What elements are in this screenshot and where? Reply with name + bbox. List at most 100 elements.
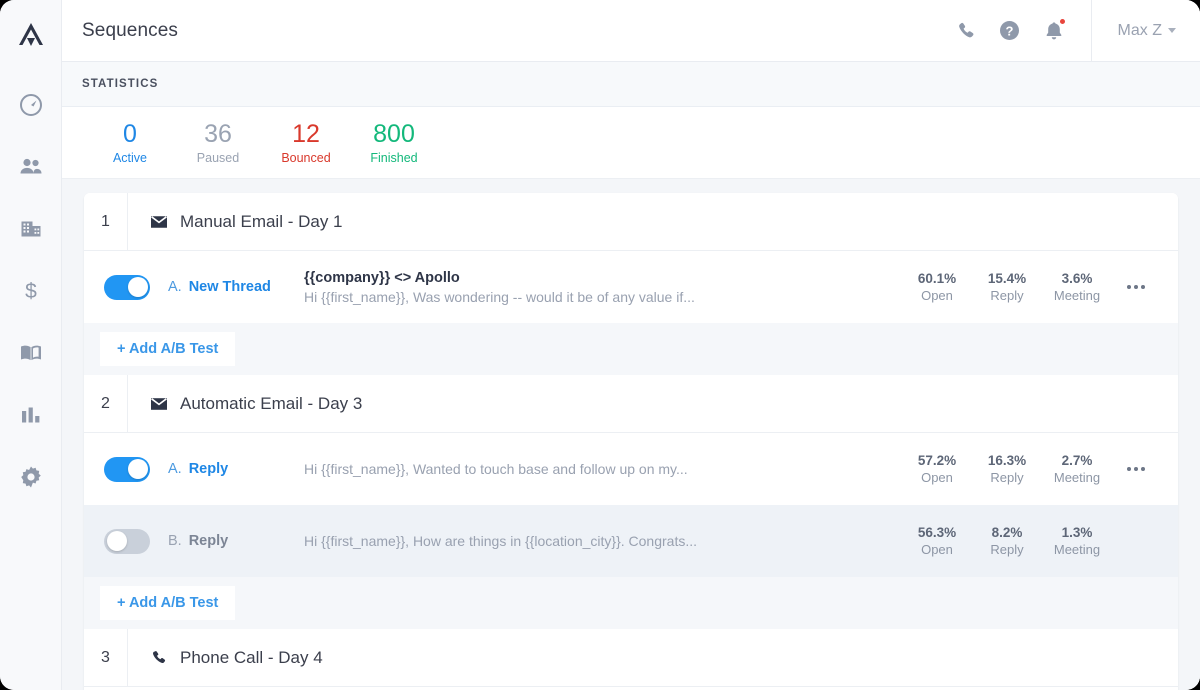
svg-text:?: ?	[1006, 24, 1014, 39]
svg-text:$: $	[25, 280, 37, 303]
sidebar-item-settings[interactable]	[8, 446, 54, 508]
metric-open: 60.1% Open	[902, 270, 972, 304]
variant-label: A. New Thread	[168, 279, 298, 295]
variant-label: A. Reply	[168, 461, 298, 477]
sidebar-item-analytics[interactable]	[8, 384, 54, 446]
variant-toggle[interactable]	[104, 456, 150, 482]
sequence-steps-card: 1 Manual Email - Day 1 A. New Thread {{c…	[84, 193, 1178, 690]
variant-content: Hi {{first_name}}, How are things in {{l…	[298, 533, 892, 549]
metric-reply-value: 16.3%	[987, 453, 1027, 468]
metric-meeting-value: 3.6%	[1061, 271, 1093, 286]
variant-preview: Hi {{first_name}}, Was wondering -- woul…	[304, 288, 695, 305]
metric-meeting-value: 1.3%	[1061, 525, 1093, 540]
variant-overflow-menu-icon[interactable]	[1112, 285, 1160, 289]
stat-finished-value: 800	[373, 120, 415, 148]
metric-open-value: 57.2%	[917, 453, 957, 468]
stat-paused-value: 36	[204, 120, 232, 148]
metric-open-value: 56.3%	[917, 525, 957, 540]
notification-badge	[1058, 17, 1066, 25]
topbar: Sequences ? Max Z	[62, 0, 1200, 62]
metric-reply-label: Reply	[990, 542, 1024, 557]
app-window: $ Sequences ? Max Z STATISTICS 0 Active …	[0, 0, 1200, 690]
chevron-down-icon	[1168, 28, 1176, 33]
variant-row[interactable]: A. Reply Hi {{first_name}}, Wanted to to…	[84, 433, 1178, 505]
metric-reply-label: Reply	[990, 288, 1024, 303]
add-ab-test-button[interactable]: + Add A/B Test	[100, 332, 236, 366]
statistics-label: STATISTICS	[82, 78, 159, 90]
stat-paused[interactable]: 36 Paused	[174, 120, 262, 165]
metric-meeting-label: Meeting	[1053, 542, 1101, 557]
dollar-icon: $	[18, 278, 44, 304]
step-title: Phone Call - Day 4	[180, 647, 323, 667]
stat-bounced[interactable]: 12 Bounced	[262, 120, 350, 165]
sidebar-item-deals[interactable]: $	[8, 260, 54, 322]
step-header[interactable]: 3 Phone Call - Day 4	[84, 629, 1178, 687]
sidebar-item-contacts[interactable]	[8, 136, 54, 198]
step-title-wrap: Automatic Email - Day 3	[128, 375, 362, 432]
apollo-logo-icon[interactable]	[8, 12, 54, 58]
stat-bounced-value: 12	[292, 120, 320, 148]
help-circle-icon[interactable]: ?	[997, 18, 1023, 44]
step-header[interactable]: 1 Manual Email - Day 1	[84, 193, 1178, 251]
speedometer-icon	[18, 92, 44, 118]
step-title-wrap: Phone Call - Day 4	[128, 629, 323, 686]
variant-row[interactable]: A. New Thread {{company}} <> Apollo Hi {…	[84, 251, 1178, 323]
variant-letter: A.	[168, 279, 182, 295]
variant-content: {{company}} <> Apollo Hi {{first_name}},…	[298, 270, 892, 305]
toggle-knob	[127, 277, 148, 297]
toggle-knob	[127, 459, 148, 479]
phone-icon[interactable]	[953, 18, 979, 44]
metric-meeting-value: 2.7%	[1061, 453, 1093, 468]
metric-reply-value: 15.4%	[987, 271, 1027, 286]
sequence-steps-scroll[interactable]: 1 Manual Email - Day 1 A. New Thread {{c…	[62, 179, 1200, 690]
sidebar-item-dashboard[interactable]	[8, 74, 54, 136]
metric-open-label: Open	[921, 470, 953, 485]
variant-toggle[interactable]	[104, 528, 150, 554]
variant-name: New Thread	[188, 279, 271, 295]
variant-content: Hi {{first_name}}, Wanted to touch base …	[298, 461, 892, 477]
people-icon	[18, 154, 44, 180]
bell-icon[interactable]	[1041, 17, 1067, 44]
step-number: 3	[84, 629, 128, 686]
step-title-wrap: Manual Email - Day 1	[128, 193, 343, 250]
page-title: Sequences	[82, 19, 178, 41]
stat-active[interactable]: 0 Active	[86, 120, 174, 165]
metric-open-value: 60.1%	[917, 271, 957, 286]
variant-metrics: 57.2% Open 16.3% Reply 2.7% Meeting	[902, 452, 1160, 486]
stat-finished[interactable]: 800 Finished	[350, 120, 438, 165]
variant-row[interactable]: B. Reply Hi {{first_name}}, How are thin…	[84, 505, 1178, 577]
variant-toggle[interactable]	[104, 274, 150, 300]
phone-icon	[150, 649, 168, 667]
variant-name: Reply	[188, 461, 229, 477]
sidebar-item-knowledge[interactable]	[8, 322, 54, 384]
variant-label: B. Reply	[168, 533, 298, 549]
metric-meeting-label: Meeting	[1053, 288, 1101, 303]
building-icon	[18, 216, 44, 242]
metric-reply-value: 8.2%	[991, 525, 1023, 540]
variant-preview: Hi {{first_name}}, How are things in {{l…	[304, 533, 698, 549]
variant-preview: Hi {{first_name}}, Wanted to touch base …	[304, 461, 688, 477]
add-ab-test-strip: + Add A/B Test	[84, 577, 1178, 629]
metric-reply: 8.2% Reply	[972, 524, 1042, 558]
user-menu[interactable]: Max Z	[1090, 0, 1180, 62]
sidebar-item-companies[interactable]	[8, 198, 54, 260]
variant-letter: A.	[168, 461, 182, 477]
variant-letter: B.	[168, 533, 182, 549]
step-header[interactable]: 2 Automatic Email - Day 3	[84, 375, 1178, 433]
variant-overflow-menu-icon[interactable]	[1112, 467, 1160, 471]
metric-open: 57.2% Open	[902, 452, 972, 486]
metric-reply-label: Reply	[990, 470, 1024, 485]
gear-icon	[18, 464, 44, 490]
metric-open-label: Open	[921, 542, 953, 557]
metric-reply: 15.4% Reply	[972, 270, 1042, 304]
variant-subject: {{company}} <> Apollo	[304, 269, 460, 286]
metric-meeting: 2.7% Meeting	[1042, 452, 1112, 486]
step-number: 2	[84, 375, 128, 432]
toggle-knob	[106, 531, 127, 551]
stat-active-value: 0	[123, 120, 137, 148]
stat-bounced-label: Bounced	[281, 151, 331, 165]
metric-open-label: Open	[921, 288, 953, 303]
statistics-row: 0 Active 36 Paused 12 Bounced 800 Finish…	[62, 107, 1200, 179]
variant-metrics: 56.3% Open 8.2% Reply 1.3% Meeting	[902, 524, 1160, 558]
add-ab-test-button[interactable]: + Add A/B Test	[100, 586, 236, 620]
